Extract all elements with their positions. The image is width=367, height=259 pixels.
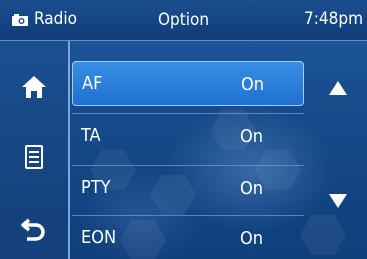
option-value: On: [240, 228, 264, 249]
option-row-eon[interactable]: EON On: [72, 216, 304, 259]
sidebar: [0, 41, 70, 259]
option-value: On: [240, 178, 264, 199]
back-icon[interactable]: [18, 212, 50, 244]
option-name: PTY: [81, 177, 111, 198]
option-row-pty[interactable]: PTY On: [72, 166, 304, 210]
background-hex: [300, 215, 346, 255]
radio-option-screen: Radio Option 7:48pm AF On TA On PTY On E…: [0, 0, 367, 259]
option-name: EON: [81, 227, 117, 248]
triangle-up-icon[interactable]: [328, 80, 348, 96]
clock: 7:48pm: [304, 9, 363, 29]
home-icon[interactable]: [18, 71, 50, 103]
triangle-down-icon[interactable]: [328, 193, 348, 209]
option-name: TA: [81, 125, 101, 146]
option-name: AF: [82, 73, 103, 94]
header-bar: Radio Option 7:48pm: [0, 0, 367, 41]
option-row-ta[interactable]: TA On: [72, 114, 304, 158]
option-value: On: [241, 74, 265, 95]
option-value: On: [240, 126, 264, 147]
option-row-af[interactable]: AF On: [72, 61, 304, 106]
menu-list-icon[interactable]: [18, 141, 50, 173]
